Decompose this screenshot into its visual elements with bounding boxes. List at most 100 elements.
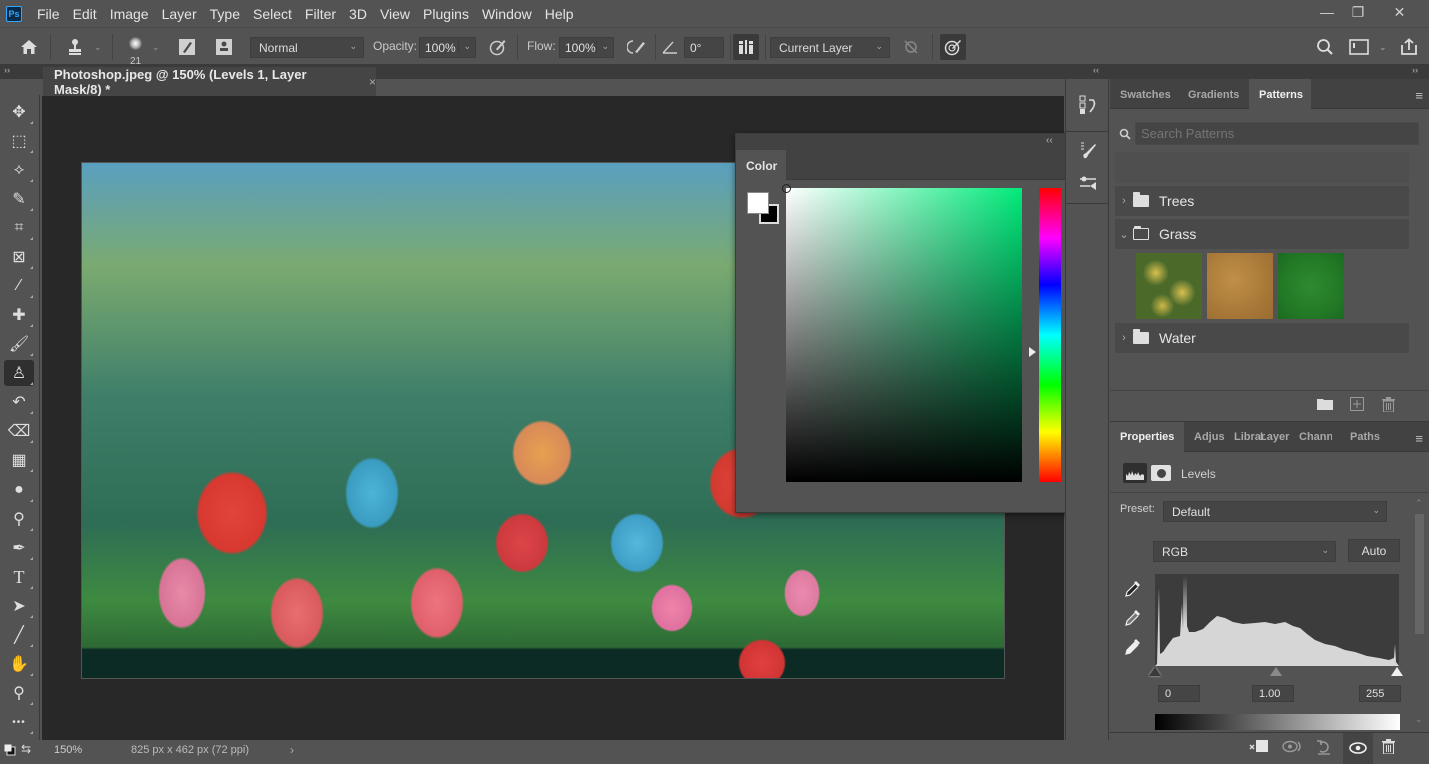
pressure-opacity-button[interactable] <box>485 34 511 60</box>
home-button[interactable] <box>16 34 42 60</box>
collapse-panels-icon[interactable]: ›› <box>1412 65 1418 75</box>
hand-tool[interactable]: ✋ <box>4 651 34 677</box>
status-menu-arrow-icon[interactable]: › <box>290 743 294 757</box>
panel-menu-icon[interactable]: ≡ <box>1415 431 1423 446</box>
pen-tool[interactable]: ✒ <box>4 535 34 561</box>
menu-plugins[interactable]: Plugins <box>423 6 469 22</box>
toggle-brush-settings[interactable] <box>174 34 200 60</box>
chevron-right-icon[interactable]: › <box>1115 332 1133 344</box>
chevron-down-icon[interactable]: ⌄ <box>1379 28 1387 66</box>
tab-layers[interactable]: Layer <box>1255 422 1295 452</box>
menu-layer[interactable]: Layer <box>162 6 197 22</box>
view-previous-state-icon[interactable] <box>1282 740 1302 756</box>
flow-field[interactable]: 100% ⌄ <box>559 37 614 58</box>
input-gamma-field[interactable]: 1.00 <box>1252 685 1294 702</box>
white-point-eyedropper-icon[interactable] <box>1124 637 1142 659</box>
collapse-icons-icon[interactable]: ‹‹ <box>1093 65 1099 75</box>
tool-preset-picker[interactable] <box>62 34 88 60</box>
levels-adjustment-icon[interactable] <box>1123 463 1147 483</box>
zoom-tool[interactable]: ⚲ <box>4 680 34 706</box>
reset-adjustment-icon[interactable] <box>1316 739 1332 758</box>
chevron-down-icon[interactable]: ⌄ <box>94 28 102 66</box>
search-patterns-input[interactable] <box>1135 122 1419 145</box>
eraser-tool[interactable]: ⌫ <box>4 418 34 444</box>
delete-pattern-icon[interactable] <box>1382 397 1395 415</box>
white-input-slider[interactable] <box>1391 667 1403 676</box>
menu-help[interactable]: Help <box>545 6 574 22</box>
document-tab[interactable]: Photoshop.jpeg @ 150% (Levels 1, Layer M… <box>43 67 376 97</box>
tab-patterns[interactable]: Patterns <box>1249 79 1311 110</box>
delete-adjustment-icon[interactable] <box>1382 739 1395 757</box>
workspace-button[interactable] <box>1346 34 1372 60</box>
healing-brush-tool[interactable]: ✚ <box>4 302 34 328</box>
pattern-group-grass[interactable]: ⌄ Grass <box>1115 219 1409 249</box>
dodge-tool[interactable]: ⚲ <box>4 506 34 532</box>
opacity-field[interactable]: 100% ⌄ <box>419 37 476 58</box>
menu-3d[interactable]: 3D <box>349 6 367 22</box>
gradient-tool[interactable]: ▦ <box>4 447 34 473</box>
expand-toolbar-icon[interactable]: ›› <box>4 65 10 75</box>
crop-tool[interactable]: ⌗ <box>4 215 34 241</box>
new-group-folder-icon[interactable] <box>1317 397 1333 413</box>
blur-tool[interactable]: ● <box>4 477 34 503</box>
auto-button[interactable]: Auto <box>1348 539 1400 562</box>
quick-selection-tool[interactable]: ✎ <box>4 186 34 212</box>
share-button[interactable] <box>1396 34 1422 60</box>
gray-point-eyedropper-icon[interactable] <box>1124 608 1142 630</box>
input-white-field[interactable]: 255 <box>1359 685 1401 702</box>
saturation-brightness-field[interactable] <box>786 188 1022 482</box>
symmetry-button[interactable] <box>733 34 759 60</box>
airbrush-button[interactable] <box>624 34 650 60</box>
ignore-adjustment-layers-button[interactable] <box>898 34 924 60</box>
chevron-down-icon[interactable]: ⌄ <box>152 28 160 66</box>
menu-select[interactable]: Select <box>253 6 292 22</box>
input-black-field[interactable]: 0 <box>1158 685 1200 702</box>
new-pattern-icon[interactable] <box>1350 397 1364 414</box>
move-tool[interactable]: ✥ <box>4 99 34 125</box>
close-document-icon[interactable]: × <box>369 75 376 89</box>
angle-field[interactable]: 0° <box>684 37 724 58</box>
preset-select[interactable]: Default ⌄ <box>1163 501 1387 522</box>
tab-color[interactable]: Color <box>736 150 786 181</box>
scroll-down-icon[interactable]: ⌄ <box>1415 714 1423 725</box>
pattern-group-trees[interactable]: › Trees <box>1115 186 1409 216</box>
marquee-tool[interactable]: ⬚ <box>4 128 34 154</box>
chevron-down-icon[interactable]: ⌄ <box>596 41 609 52</box>
foreground-color-swatch[interactable] <box>747 192 769 214</box>
tab-gradients[interactable]: Gradients <box>1178 79 1249 110</box>
chevron-down-icon[interactable]: ⌄ <box>458 41 471 52</box>
more-tools[interactable]: ••• <box>4 709 34 735</box>
clip-to-layer-icon[interactable] <box>1249 739 1269 756</box>
adjustments-panel-button[interactable] <box>1072 167 1104 199</box>
menu-file[interactable]: File <box>37 6 60 22</box>
tab-paths[interactable]: Paths <box>1345 422 1385 452</box>
channel-select[interactable]: RGB ⌄ <box>1153 541 1336 562</box>
chevron-down-icon[interactable]: ⌄ <box>1115 228 1133 241</box>
hue-slider-handle[interactable] <box>1029 347 1036 357</box>
sample-select[interactable]: Current Layer ⌄ <box>770 37 890 58</box>
line-tool[interactable]: ╱ <box>4 622 34 648</box>
brush-tool[interactable]: 🖌 <box>4 331 34 357</box>
close-window-button[interactable]: ✕ <box>1370 0 1429 24</box>
gamma-input-slider[interactable] <box>1270 667 1282 676</box>
tab-channels[interactable]: Chann <box>1294 422 1332 452</box>
chevron-right-icon[interactable]: › <box>1115 195 1133 207</box>
menu-window[interactable]: Window <box>482 6 532 22</box>
scrollbar-thumb[interactable] <box>1415 514 1424 634</box>
layer-mask-icon[interactable] <box>1151 465 1171 481</box>
menu-type[interactable]: Type <box>210 6 240 22</box>
history-panel-button[interactable] <box>1072 89 1104 121</box>
path-selection-tool[interactable]: ➤ <box>4 593 34 619</box>
properties-scrollbar[interactable]: ⌃ ⌄ <box>1411 498 1428 730</box>
menu-edit[interactable]: Edit <box>73 6 97 22</box>
toggle-visibility-button[interactable] <box>1343 733 1373 764</box>
frame-tool[interactable]: ⊠ <box>4 244 34 270</box>
tab-swatches[interactable]: Swatches <box>1110 79 1181 110</box>
color-panel-header[interactable]: ‹‹ ✕ <box>736 134 1079 150</box>
default-colors-icon[interactable] <box>4 744 16 759</box>
search-button[interactable] <box>1312 34 1338 60</box>
black-point-eyedropper-icon[interactable] <box>1124 579 1142 601</box>
tab-properties[interactable]: Properties <box>1110 422 1185 452</box>
type-tool[interactable]: T <box>4 564 34 590</box>
pattern-swatch-yellow-flower-grass[interactable] <box>1136 253 1202 319</box>
